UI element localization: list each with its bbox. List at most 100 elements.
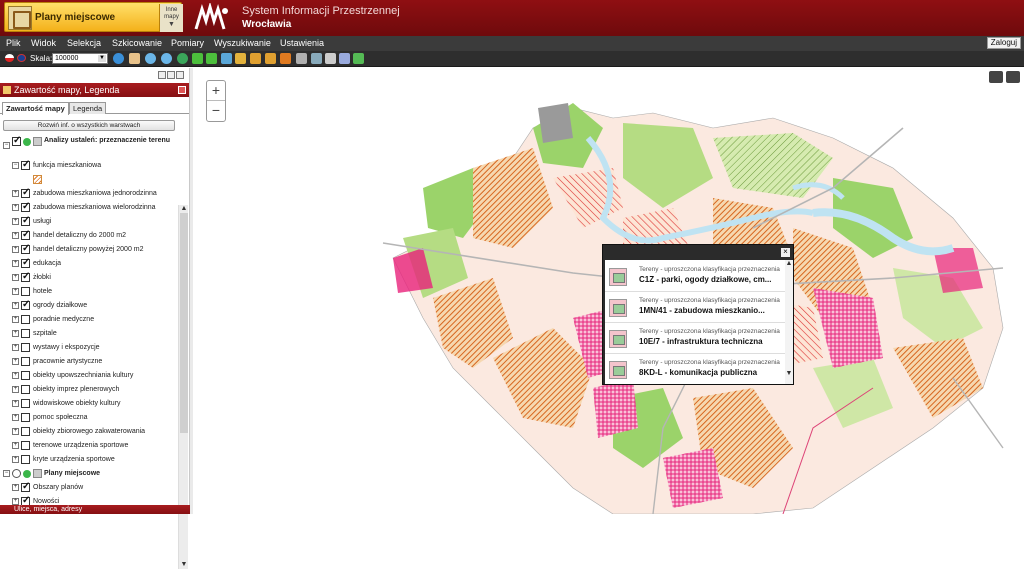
layer-checkbox[interactable] [21,215,30,227]
pan-hand-icon[interactable] [129,53,140,64]
link-icon[interactable] [339,53,350,64]
scroll-down-icon[interactable]: ▼ [785,370,793,378]
panel-window-controls[interactable] [158,71,185,81]
globe-icon[interactable] [177,53,188,64]
expand-toggle[interactable]: + [12,358,19,365]
layer-checkbox[interactable] [21,385,30,394]
expand-toggle[interactable]: + [12,400,19,407]
layer-checkbox[interactable] [21,315,30,324]
expand-toggle[interactable]: + [12,190,19,197]
layer-checkbox[interactable] [21,371,30,380]
polish-flag-icon[interactable] [5,54,14,62]
layer-checkbox[interactable] [21,229,30,241]
menu-selection[interactable]: Selekcja [67,38,101,48]
popup-result-item[interactable]: Tereny - uproszczona klasyfikacja przezn… [605,262,785,292]
close-icon[interactable] [176,71,184,79]
collapse-toggle[interactable]: − [3,470,10,477]
scroll-up-icon[interactable]: ▲ [179,205,189,213]
expand-toggle[interactable]: + [12,484,19,491]
zoom-in-icon[interactable] [145,53,156,64]
scroll-thumb[interactable] [180,213,188,433]
expand-toggle[interactable]: + [12,218,19,225]
expand-toggle[interactable]: + [12,260,19,267]
full-extent-icon[interactable] [221,53,232,64]
magnifier-icon[interactable] [1006,71,1020,83]
expand-toggle[interactable]: + [12,498,19,505]
english-flag-icon[interactable] [17,54,26,62]
scale-select[interactable]: 100000 ▼ [52,53,108,64]
measure-angle-icon[interactable] [265,53,276,64]
expand-toggle[interactable]: + [12,232,19,239]
comment-icon[interactable] [989,71,1003,83]
group-radio[interactable] [12,469,21,478]
layer-checkbox[interactable] [21,427,30,436]
scroll-down-icon[interactable]: ▼ [179,561,189,569]
panel-collapse-icon[interactable] [178,86,186,94]
login-button[interactable]: Zaloguj [986,37,1021,49]
layer-checkbox[interactable] [21,187,30,199]
expand-toggle[interactable]: + [12,302,19,309]
layer-checkbox[interactable] [21,271,30,283]
expand-toggle[interactable]: + [12,442,19,449]
close-icon[interactable]: × [781,248,790,257]
menu-settings[interactable]: Ustawienia [280,38,324,48]
layer-checkbox[interactable] [21,357,30,366]
zoom-out-button[interactable]: − [207,101,225,121]
layer-checkbox[interactable] [21,413,30,422]
expand-toggle[interactable]: − [12,162,19,169]
layer-checkbox[interactable] [21,243,30,255]
zoom-in-button[interactable]: + [207,81,225,101]
layer-checkbox[interactable] [21,201,30,213]
layer-checkbox[interactable] [21,257,30,269]
info-icon[interactable] [113,53,124,64]
expand-toggle[interactable]: + [12,344,19,351]
layer-checkbox[interactable] [21,299,30,311]
layer-checkbox[interactable] [21,343,30,352]
scroll-up-icon[interactable]: ▲ [785,260,793,268]
menu-sketching[interactable]: Szkicowanie [112,38,162,48]
collapse-toggle[interactable]: − [3,142,10,149]
popup-scrollbar[interactable]: ▲ ▼ [785,260,793,384]
menu-search[interactable]: Wyszukiwanie [214,38,271,48]
other-maps-button[interactable]: Inne mapy ▼ [159,4,183,32]
layer-checkbox[interactable] [21,441,30,450]
menu-measurements[interactable]: Pomiary [171,38,204,48]
mapset-selector[interactable]: Plany miejscowe Inne mapy ▼ [4,2,183,32]
tab-legend[interactable]: Legenda [69,102,107,114]
layer-checkbox[interactable] [21,159,30,171]
popup-result-item[interactable]: Tereny - uproszczona klasyfikacja przezn… [605,324,785,354]
expand-toggle[interactable]: + [12,386,19,393]
popup-result-item[interactable]: Tereny - uproszczona klasyfikacja przezn… [605,293,785,323]
layer-checkbox[interactable] [21,399,30,408]
layer-checkbox[interactable] [21,329,30,338]
back-arrow-icon[interactable] [192,53,203,64]
crop-icon[interactable] [280,53,291,64]
export-icon[interactable] [353,53,364,64]
restore-icon[interactable] [167,71,175,79]
expand-toggle[interactable]: + [12,428,19,435]
print-icon[interactable] [325,53,336,64]
group-checkbox[interactable] [12,135,21,147]
expand-toggle[interactable]: + [12,414,19,421]
pencil-icon[interactable] [235,53,246,64]
expand-toggle[interactable]: + [12,316,19,323]
minimize-icon[interactable] [158,71,166,79]
expand-toggle[interactable]: + [12,372,19,379]
expand-toggle[interactable]: + [12,330,19,337]
zoom-out-icon[interactable] [161,53,172,64]
expand-all-button[interactable]: Rozwiń inf. o wszystkich warstwach [3,120,175,131]
panel-scrollbar[interactable]: ▲ ▼ [178,205,188,569]
expand-toggle[interactable]: + [12,246,19,253]
expand-toggle[interactable]: + [12,204,19,211]
expand-toggle[interactable]: + [12,456,19,463]
layer-checkbox[interactable] [21,287,30,296]
menu-view[interactable]: Widok [31,38,56,48]
layers-icon[interactable] [296,53,307,64]
tab-map-content[interactable]: Zawartość mapy [2,102,69,115]
measure-line-icon[interactable] [250,53,261,64]
forward-arrow-icon[interactable] [206,53,217,64]
expand-toggle[interactable]: + [12,288,19,295]
print-preview-icon[interactable] [311,53,322,64]
menu-file[interactable]: Plik [6,38,21,48]
popup-result-item[interactable]: Tereny - uproszczona klasyfikacja przezn… [605,355,785,384]
